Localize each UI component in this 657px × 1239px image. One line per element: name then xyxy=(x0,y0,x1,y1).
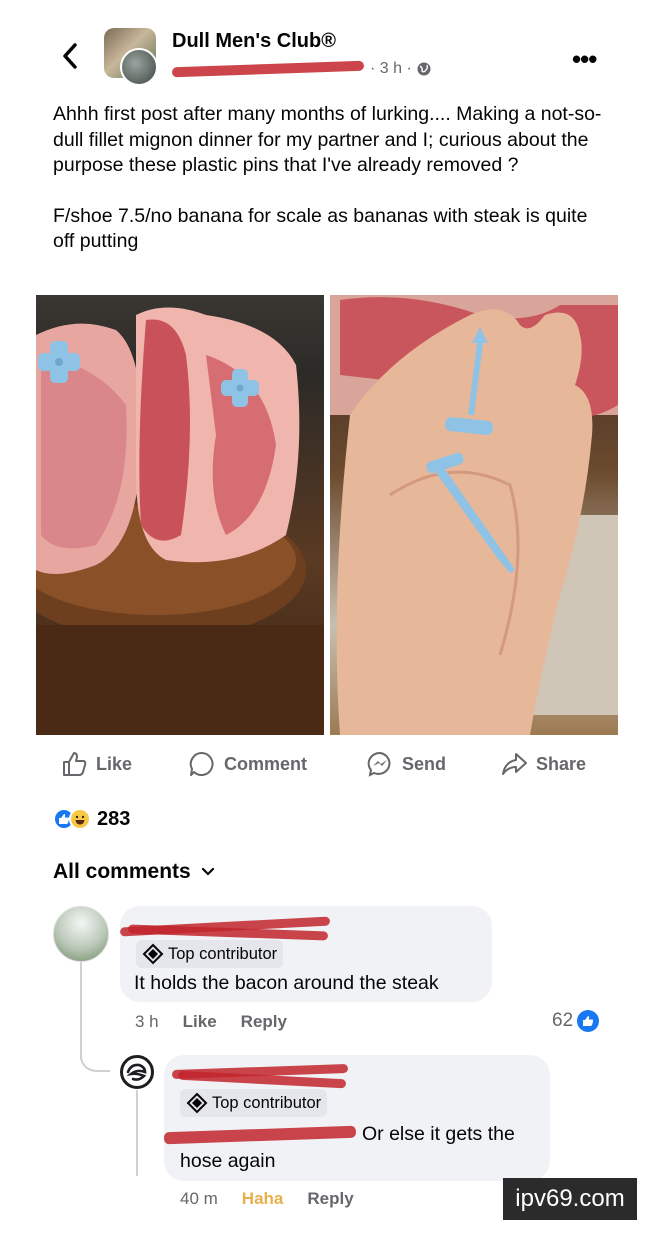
post-meta: · 3 h · xyxy=(171,58,432,80)
like-label: Like xyxy=(96,753,133,774)
share-icon xyxy=(502,753,527,775)
post-action-bar: Like Comment Send Share xyxy=(0,745,657,785)
chevron-left-icon xyxy=(63,43,77,69)
post-photo-steaks[interactable] xyxy=(36,295,324,735)
comment-reply-button[interactable]: Reply xyxy=(307,1189,353,1209)
comment-button[interactable]: Comment xyxy=(188,745,307,783)
commenter-avatar[interactable] xyxy=(53,906,109,962)
share-button[interactable]: Share xyxy=(500,745,586,783)
commenter-avatar[interactable] xyxy=(120,1055,154,1089)
comment-text: hose again xyxy=(180,1150,276,1172)
swirl-logo-icon xyxy=(126,1063,147,1081)
globe-icon xyxy=(417,62,431,76)
comment-time: 40 m xyxy=(180,1189,218,1208)
comment-text: Or else it gets the xyxy=(362,1123,515,1145)
like-reaction-icon xyxy=(577,1010,600,1032)
comment-label: Comment xyxy=(224,753,308,774)
share-label: Share xyxy=(536,753,587,774)
group-name[interactable]: Dull Men's Club® xyxy=(172,30,336,53)
send-label: Send xyxy=(402,753,447,774)
redacted-mention xyxy=(163,1125,357,1145)
like-count-value: 62 xyxy=(552,1010,574,1031)
back-button[interactable] xyxy=(56,38,84,74)
post-header: Dull Men's Club® · 3 h · ••• xyxy=(0,0,657,95)
thread-line xyxy=(136,1090,138,1176)
steak-illustration xyxy=(36,307,324,735)
comment-icon xyxy=(189,751,214,776)
diamond-badge-icon xyxy=(142,943,164,965)
post-paragraph: Ahhh first post after many months of lur… xyxy=(53,103,602,176)
thumbs-up-icon xyxy=(63,752,87,776)
badge-label: Top contributor xyxy=(212,1093,322,1112)
hand-illustration xyxy=(330,295,618,735)
comment-meta: 40 m Haha Reply xyxy=(180,1189,378,1209)
comments-filter-dropdown[interactable]: All comments xyxy=(53,860,215,884)
more-options-button[interactable]: ••• xyxy=(572,44,597,75)
redacted-author-name xyxy=(171,60,365,78)
post-body: Ahhh first post after many months of lur… xyxy=(53,102,613,280)
reaction-summary[interactable]: 283 xyxy=(53,805,130,833)
badge-label: Top contributor xyxy=(168,944,278,963)
watermark: ipv69.com xyxy=(503,1178,637,1220)
diamond-badge-icon xyxy=(186,1092,208,1114)
send-button[interactable]: Send xyxy=(366,745,446,783)
top-contributor-badge: Top contributor xyxy=(136,940,284,968)
haha-reaction-icon xyxy=(69,808,91,830)
comment-like-count[interactable]: 62 xyxy=(552,1010,600,1032)
reaction-count: 283 xyxy=(97,807,131,830)
thread-line xyxy=(80,1040,110,1072)
comment-text: It holds the bacon around the steak xyxy=(134,972,439,994)
top-contributor-badge: Top contributor xyxy=(180,1089,328,1117)
chevron-down-icon xyxy=(201,864,215,880)
comment-like-button[interactable]: Like xyxy=(183,1012,217,1032)
post-paragraph: F/shoe 7.5/no banana for scale as banana… xyxy=(53,204,593,253)
messenger-icon xyxy=(367,751,391,777)
comment-time: 3 h xyxy=(135,1012,159,1031)
like-button[interactable]: Like xyxy=(60,745,132,783)
comment-reply-button[interactable]: Reply xyxy=(241,1012,287,1032)
comment-bubble: Top contributor Or else it gets the hose… xyxy=(163,1055,550,1181)
comment-bubble: Top contributor It holds the bacon aroun… xyxy=(119,906,492,1002)
comment-meta: 3 h Like Reply xyxy=(135,1012,311,1032)
post-photo-pins-in-hand[interactable] xyxy=(330,295,618,735)
comment-haha-reaction[interactable]: Haha xyxy=(242,1189,284,1209)
post-time: · 3 h · xyxy=(370,60,412,77)
comments-filter-label: All comments xyxy=(53,860,191,883)
author-avatar[interactable] xyxy=(120,48,158,86)
